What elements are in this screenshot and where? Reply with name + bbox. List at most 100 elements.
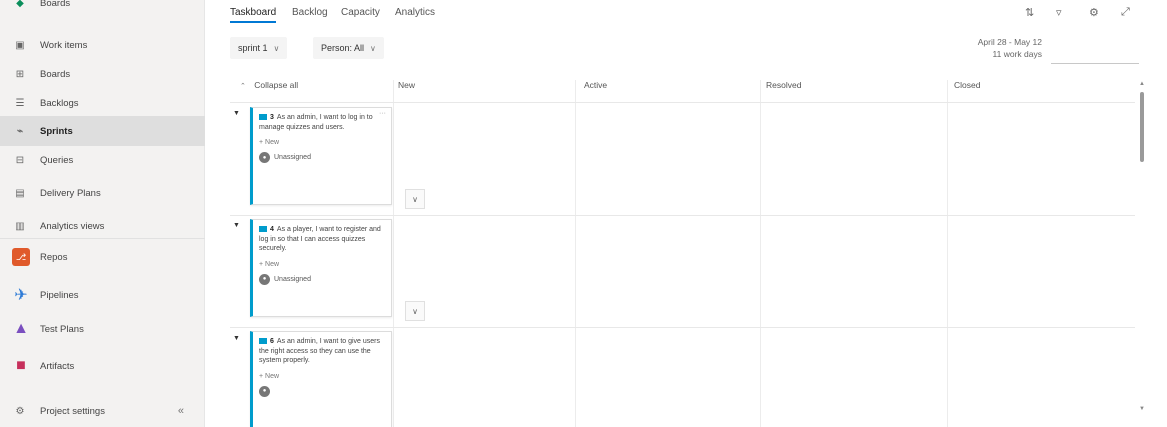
assignee-label: Unassigned	[274, 154, 311, 161]
work-item-card[interactable]: 4 As a player, I want to register and log…	[250, 219, 392, 317]
work-item-title[interactable]: As an admin, I want to give users the ri…	[259, 338, 380, 364]
expand-row-button[interactable]: ∨	[405, 301, 425, 321]
chevron-down-icon: ∨	[370, 43, 376, 53]
sprint-workdays: 11 work days	[992, 49, 1042, 59]
avatar-icon: ●	[259, 152, 270, 163]
sidebar-item-boards[interactable]: ⊞ Boards	[0, 59, 205, 89]
scroll-down-icon[interactable]: ▼	[1139, 406, 1145, 412]
delivery-plans-icon: ▤	[15, 187, 25, 199]
chevron-down-icon: ∨	[412, 306, 418, 316]
collapse-sidebar-icon[interactable]: «	[178, 396, 184, 426]
assignee-label: Unassigned	[274, 275, 311, 283]
analytics-views-icon: ▥	[15, 220, 25, 232]
boards-hub-icon: ◆	[16, 0, 24, 9]
pipelines-icon: ✈	[14, 287, 28, 304]
sidebar-item-label: Sprints	[40, 125, 73, 137]
tab-analytics[interactable]: Analytics	[395, 7, 435, 18]
assignee-field[interactable]: ● Unassigned	[259, 273, 385, 285]
sidebar-item-label: Repos	[40, 251, 68, 263]
sidebar-item-label: Work items	[40, 39, 88, 51]
work-item-card[interactable]: 6 As an admin, I want to give users the r…	[250, 331, 392, 427]
work-item-title[interactable]: As a player, I want to register and log …	[259, 226, 381, 252]
chevron-down-icon: ∨	[412, 194, 418, 204]
more-options-icon[interactable]: ···	[379, 110, 386, 117]
sidebar: ◆ Boards ▣ Work items ⊞ Boards ☰ Backlog…	[0, 0, 205, 427]
sidebar-divider	[0, 238, 205, 239]
column-divider	[575, 80, 576, 427]
work-item-id: 4	[270, 226, 274, 233]
column-header-closed: Closed	[954, 80, 981, 90]
sidebar-item-boards-hub[interactable]: ◆ Boards	[0, 0, 205, 18]
row-toggle-icon[interactable]: ▼	[233, 335, 240, 342]
queries-icon: ⊟	[15, 154, 25, 166]
add-task-button[interactable]: + New	[259, 261, 385, 268]
chevron-down-icon: ∨	[273, 43, 280, 53]
tab-taskboard[interactable]: Taskboard	[230, 7, 277, 23]
gear-icon: ⚙	[15, 405, 25, 417]
sprint-selector-label: sprint 1	[238, 43, 268, 53]
scroll-up-icon[interactable]: ▲	[1139, 81, 1145, 87]
sidebar-item-label: Pipelines	[40, 289, 79, 301]
sidebar-item-project-settings[interactable]: ⚙ Project settings	[0, 396, 205, 426]
sidebar-item-queries[interactable]: ⊟ Queries	[0, 145, 205, 175]
sidebar-item-sprints[interactable]: ⌁ Sprints	[0, 116, 205, 146]
sidebar-item-backlogs[interactable]: ☰ Backlogs	[0, 88, 205, 118]
sidebar-item-artifacts[interactable]: ■ Artifacts	[0, 351, 205, 381]
sidebar-item-analytics-views[interactable]: ▥ Analytics views	[0, 211, 205, 241]
test-plans-icon: ▲	[13, 320, 29, 337]
artifacts-icon: ■	[16, 357, 26, 374]
sidebar-item-test-plans[interactable]: ▲ Test Plans	[0, 314, 205, 344]
work-item-card[interactable]: ··· 3 As an admin, I want to log in to ma…	[250, 107, 392, 205]
tab-capacity[interactable]: Capacity	[341, 7, 380, 18]
sidebar-item-label: Boards	[40, 0, 71, 9]
filter-icon[interactable]: ▿	[1056, 6, 1062, 19]
row-toggle-icon[interactable]: ▼	[233, 110, 240, 117]
settings-sliders-icon[interactable]: ⇅	[1025, 6, 1034, 19]
column-divider	[393, 80, 394, 427]
view-options-icon[interactable]: ⚙	[1089, 6, 1099, 19]
sidebar-item-label: Analytics views	[40, 220, 105, 232]
column-divider	[760, 80, 761, 427]
backlog-item-icon	[259, 338, 267, 345]
sidebar-item-label: Delivery Plans	[40, 187, 101, 199]
work-item-title[interactable]: As an admin, I want to log in to manage …	[259, 114, 373, 131]
sidebar-item-label: Backlogs	[40, 97, 79, 109]
sidebar-item-repos[interactable]: ⎇ Repos	[0, 242, 205, 272]
sprint-dates: April 28 - May 12	[977, 37, 1042, 47]
assignee-field[interactable]: ●	[259, 385, 385, 397]
work-items-icon: ▣	[15, 39, 25, 51]
row-divider	[230, 102, 1135, 103]
person-filter-label: Person: All	[321, 43, 365, 53]
work-item-id: 3	[270, 114, 274, 121]
row-divider	[230, 327, 1135, 328]
expand-row-button[interactable]: ∨	[405, 189, 425, 209]
add-task-button[interactable]: + New	[259, 139, 385, 146]
scrollbar-thumb[interactable]	[1140, 92, 1144, 162]
sidebar-item-pipelines[interactable]: ✈ Pipelines	[0, 280, 205, 310]
add-task-button[interactable]: + New	[259, 373, 385, 380]
collapse-all-label: Collapse all	[254, 80, 299, 90]
sprints-icon: ⌁	[16, 125, 24, 137]
sidebar-item-label: Queries	[40, 154, 74, 166]
person-filter[interactable]: Person: All ∨	[313, 37, 384, 59]
sidebar-item-label: Artifacts	[40, 360, 75, 372]
chevron-up-icon: ⌃	[240, 83, 246, 90]
sprint-search-input[interactable]	[1051, 36, 1139, 64]
fullscreen-icon[interactable]: ⤢	[1121, 6, 1130, 19]
sidebar-item-work-items[interactable]: ▣ Work items	[0, 30, 205, 60]
column-header-active: Active	[584, 80, 608, 90]
sprint-selector[interactable]: sprint 1 ∨	[230, 37, 288, 59]
assignee-field[interactable]: ● Unassigned	[259, 152, 385, 163]
sidebar-item-delivery-plans[interactable]: ▤ Delivery Plans	[0, 178, 205, 208]
sidebar-item-label: Project settings	[40, 405, 105, 417]
backlog-item-icon	[259, 226, 267, 233]
avatar-icon: ●	[259, 385, 270, 397]
collapse-all-button[interactable]: ⌃ Collapse all	[240, 80, 298, 102]
sprint-date-range: April 28 - May 12 11 work days	[978, 36, 1042, 60]
column-header-resolved: Resolved	[766, 80, 802, 90]
column-header-new: New	[398, 80, 416, 90]
sidebar-item-label: Boards	[40, 68, 71, 80]
row-toggle-icon[interactable]: ▼	[233, 222, 240, 229]
tab-backlog[interactable]: Backlog	[292, 7, 328, 18]
backlogs-icon: ☰	[15, 97, 25, 109]
